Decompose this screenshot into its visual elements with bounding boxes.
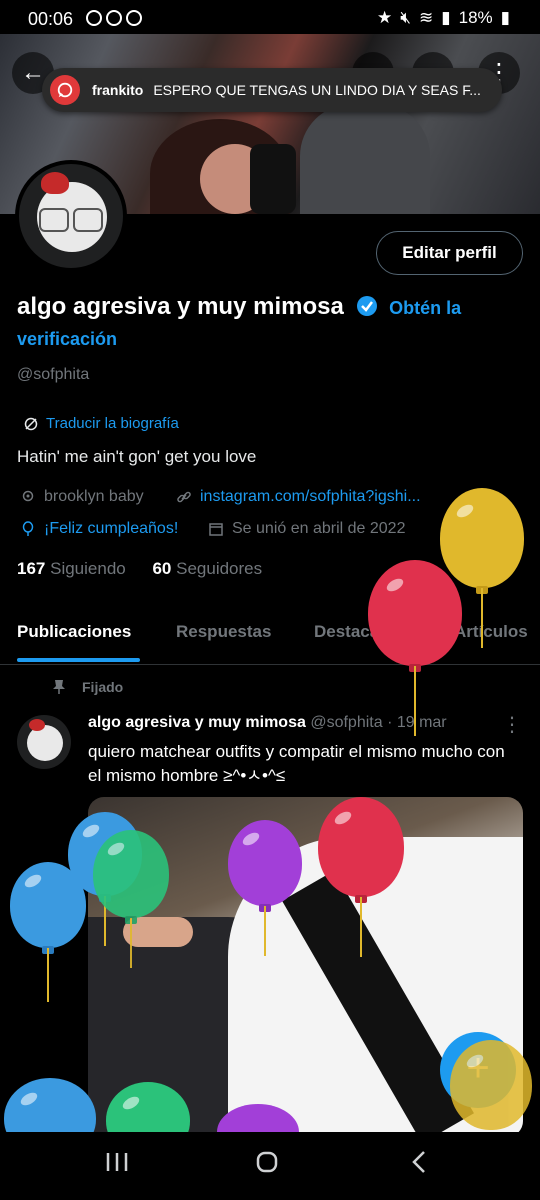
status-time: 00:06 <box>28 9 74 29</box>
website-link[interactable]: instagram.com/sofphita?igshi... <box>200 488 421 506</box>
post-date: · 19 mar <box>387 714 447 731</box>
profile-handle: @sofphita <box>17 366 90 383</box>
pin-icon <box>53 680 65 694</box>
status-bar: 00:06 ★ 🔇︎ ≋ ▮ 18% ▮ <box>0 0 540 36</box>
translate-label: Traducir la biografía <box>46 415 179 432</box>
tab-publicaciones[interactable]: Publicaciones <box>17 622 131 642</box>
website-row[interactable]: instagram.com/sofphita?igshi... <box>176 488 421 506</box>
divider <box>0 664 540 665</box>
post-text: quiero matchear outfits y compatir el mi… <box>88 742 505 785</box>
profile-bio: Hatin' me ain't gon' get you love <box>17 447 257 466</box>
edit-profile-button[interactable]: Editar perfil <box>376 231 523 275</box>
tab-articulos[interactable]: Artículos <box>454 622 528 642</box>
balloon-icon <box>228 820 302 956</box>
back-icon[interactable] <box>410 1150 428 1174</box>
tab-respuestas[interactable]: Respuestas <box>176 622 271 642</box>
location-text: brooklyn baby <box>44 488 144 505</box>
translate-icon <box>24 417 38 430</box>
post-more-icon[interactable]: ⋮ <box>502 712 522 737</box>
signal-icon: ▮ <box>441 8 451 27</box>
whatsapp-notification[interactable]: frankito ESPERO QUE TENGAS UN LINDO DIA … <box>42 68 502 112</box>
pinned-indicator: Fijado <box>52 679 123 695</box>
profile-name-block: algo agresiva y muy mimosa Obtén la veri… <box>17 292 517 354</box>
followers-count: 60 <box>152 559 172 578</box>
status-notification-icons <box>86 10 142 26</box>
profile-avatar[interactable] <box>15 160 127 272</box>
followers-link[interactable]: 60 Seguidores <box>152 559 262 578</box>
link-icon <box>177 491 191 503</box>
battery-level: 18% <box>458 8 493 27</box>
balloon-icon <box>440 488 524 648</box>
whatsapp-icon <box>50 75 80 105</box>
birthday-text: ¡Feliz cumpleaños! <box>44 520 179 537</box>
active-tab-indicator <box>17 658 140 662</box>
wifi-icon: ≋ <box>419 8 434 27</box>
birthday-row: ¡Feliz cumpleaños! <box>20 520 178 538</box>
following-label: Siguiendo <box>50 559 126 578</box>
following-link[interactable]: 167 Siguiendo <box>17 559 126 578</box>
post-author-name[interactable]: algo agresiva y muy mimosa <box>88 714 306 731</box>
star-icon: ★ <box>377 8 393 27</box>
balloon-icon <box>22 521 34 536</box>
post-header: algo agresiva y muy mimosa @sofphita · 1… <box>88 714 447 732</box>
recent-apps-icon[interactable] <box>104 1150 130 1174</box>
verified-badge-icon <box>357 296 378 316</box>
display-name: algo agresiva y muy mimosa <box>17 293 344 320</box>
notification-message: ESPERO QUE TENGAS UN LINDO DIA Y SEAS F.… <box>153 82 481 98</box>
post-author-avatar[interactable] <box>17 715 71 769</box>
pinned-label: Fijado <box>82 679 124 695</box>
following-count: 167 <box>17 559 46 578</box>
follow-stats: 167 Siguiendo 60 Seguidores <box>17 559 262 579</box>
translate-bio-link[interactable]: Traducir la biografía <box>24 415 179 432</box>
location-icon <box>22 490 34 502</box>
balloon-icon <box>93 830 169 968</box>
joined-text: Se unió en abril de 2022 <box>232 520 406 537</box>
balloon-icon <box>318 797 404 957</box>
post-author-handle: @sofphita <box>310 714 383 731</box>
location-row: brooklyn baby <box>20 488 144 506</box>
balloon-icon <box>450 1040 532 1130</box>
balloon-icon <box>368 560 462 736</box>
calendar-icon <box>209 523 223 536</box>
joined-row: Se unió en abril de 2022 <box>208 520 405 538</box>
status-right: ★ 🔇︎ ≋ ▮ 18% ▮ <box>377 8 510 28</box>
balloon-icon <box>10 862 86 1002</box>
android-nav-bar <box>0 1132 540 1200</box>
home-icon[interactable] <box>255 1150 279 1174</box>
notification-sender: frankito <box>92 82 144 98</box>
mute-icon: 🔇︎ <box>400 8 411 27</box>
battery-icon: ▮ <box>500 8 510 27</box>
followers-label: Seguidores <box>176 559 263 578</box>
